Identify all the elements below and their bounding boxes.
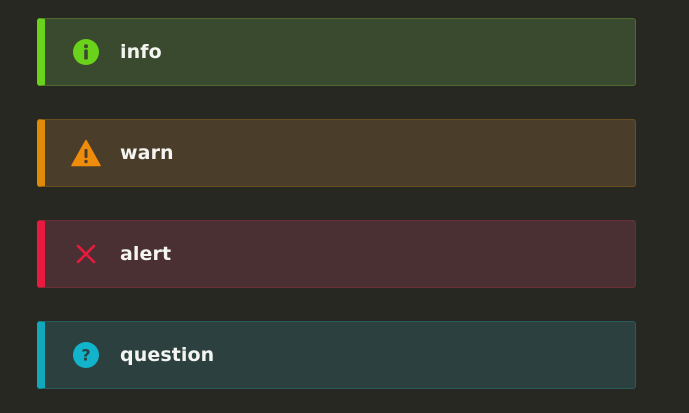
callout-info: info <box>37 18 636 86</box>
callout-list: info warn alert ? question <box>0 0 689 413</box>
callout-label: info <box>120 41 162 63</box>
close-x-icon <box>71 239 101 269</box>
callout-alert: alert <box>37 220 636 288</box>
callout-question: ? question <box>37 321 636 389</box>
callout-label: alert <box>120 243 172 265</box>
question-circle-icon: ? <box>71 340 101 370</box>
info-circle-icon <box>71 37 101 67</box>
callout-label: warn <box>120 142 174 164</box>
callout-label: question <box>120 344 215 366</box>
svg-text:?: ? <box>81 346 90 365</box>
warning-triangle-icon <box>71 138 101 168</box>
callout-warn: warn <box>37 119 636 187</box>
